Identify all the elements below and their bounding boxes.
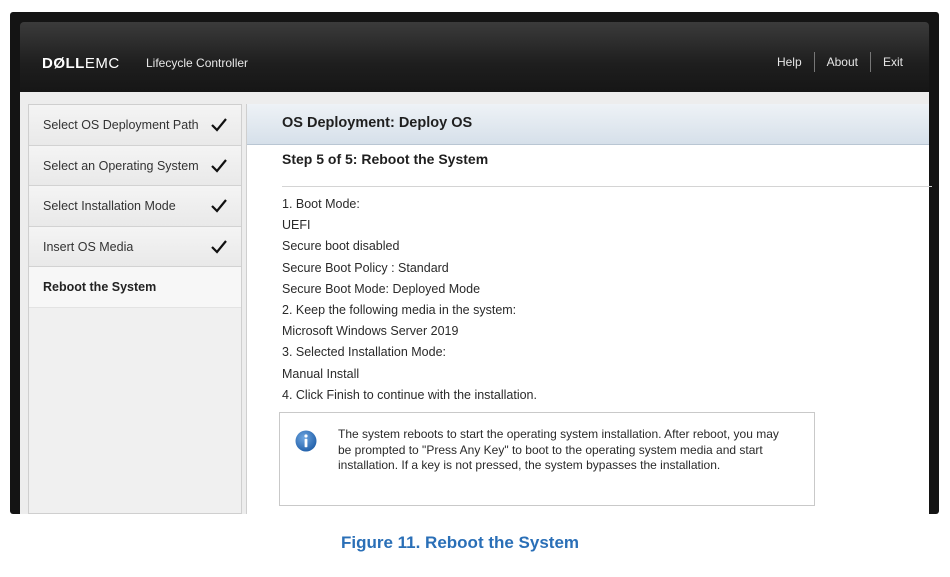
sidebar-item-label: Reboot the System bbox=[43, 280, 157, 294]
summary-line: Secure boot disabled bbox=[282, 239, 400, 254]
sidebar-item-insert-os-media[interactable]: Insert OS Media bbox=[29, 226, 241, 267]
summary-line: 3. Selected Installation Mode: bbox=[282, 345, 446, 360]
app-name: Lifecycle Controller bbox=[146, 56, 249, 70]
checkmark-icon bbox=[211, 239, 227, 254]
top-bar: DØLLEMC Lifecycle Controller Help About … bbox=[20, 22, 929, 92]
about-link[interactable]: About bbox=[815, 55, 870, 69]
summary-line: UEFI bbox=[282, 218, 311, 233]
content-area: Select OS Deployment Path Select an Oper… bbox=[20, 92, 932, 514]
main-panel: OS Deployment: Deploy OS Step 5 of 5: Re… bbox=[246, 104, 932, 514]
sidebar-item-os-deployment-path[interactable]: Select OS Deployment Path bbox=[29, 105, 241, 146]
summary-line: Secure Boot Policy : Standard bbox=[282, 260, 449, 275]
summary-line: 1. Boot Mode: bbox=[282, 197, 360, 211]
app-window: DØLLEMC Lifecycle Controller Help About … bbox=[10, 12, 939, 514]
info-message-text: The system reboots to start the operatin… bbox=[338, 427, 779, 472]
wizard-steps-sidebar: Select OS Deployment Path Select an Oper… bbox=[28, 104, 242, 514]
top-nav: Help About Exit bbox=[765, 52, 915, 72]
logo-dell-text: DØLL bbox=[42, 55, 85, 72]
divider bbox=[282, 186, 932, 187]
summary-list: 1. Boot Mode: UEFI Secure boot disabled … bbox=[282, 195, 537, 407]
dell-emc-logo: DØLLEMC bbox=[42, 55, 120, 72]
step-title: Step 5 of 5: Reboot the System bbox=[282, 151, 489, 167]
summary-line: Manual Install bbox=[282, 366, 360, 381]
sidebar-item-label: Select OS Deployment Path bbox=[43, 118, 199, 132]
info-icon bbox=[295, 430, 317, 452]
summary-line: 4. Click Finish to continue with the ins… bbox=[282, 387, 537, 402]
checkmark-icon bbox=[211, 199, 227, 213]
checkmark-icon bbox=[211, 118, 227, 132]
summary-line: 2. Keep the following media in the syste… bbox=[282, 302, 517, 317]
checkmark-icon bbox=[211, 158, 227, 173]
sidebar-item-label: Select an Operating System bbox=[43, 158, 199, 173]
exit-link[interactable]: Exit bbox=[871, 55, 915, 69]
figure-caption: Figure 11. Reboot the System bbox=[340, 533, 580, 552]
sidebar-item-label: Insert OS Media bbox=[43, 239, 134, 254]
info-message-box: The system reboots to start the operatin… bbox=[279, 412, 815, 506]
help-link[interactable]: Help bbox=[765, 55, 814, 69]
page-title: OS Deployment: Deploy OS bbox=[247, 104, 929, 145]
sidebar-item-reboot-system[interactable]: Reboot the System bbox=[29, 267, 241, 308]
summary-line: Secure Boot Mode: Deployed Mode bbox=[282, 281, 481, 296]
logo-emc-text: EMC bbox=[84, 55, 120, 72]
sidebar-item-operating-system[interactable]: Select an Operating System bbox=[29, 145, 241, 186]
sidebar-item-label: Select Installation Mode bbox=[43, 199, 176, 213]
sidebar-item-installation-mode[interactable]: Select Installation Mode bbox=[29, 186, 241, 227]
summary-line: Microsoft Windows Server 2019 bbox=[282, 324, 459, 339]
